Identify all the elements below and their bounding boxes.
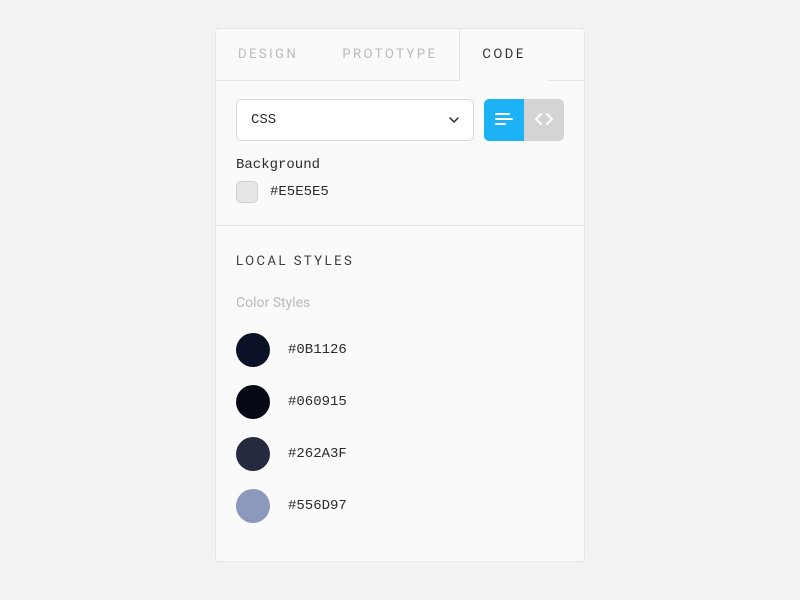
color-swatch — [236, 333, 270, 367]
list-icon — [495, 111, 513, 130]
background-label: Background — [236, 157, 564, 173]
color-style-item[interactable]: #262A3F — [236, 437, 564, 471]
color-hex: #0B1126 — [288, 342, 347, 358]
background-hex: #E5E5E5 — [270, 184, 329, 200]
background-section: Background #E5E5E5 — [216, 141, 584, 225]
color-styles-title: Color Styles — [236, 295, 564, 311]
local-styles-title: LOCAL STYLES — [236, 254, 564, 269]
controls-row: CSS — [216, 81, 584, 141]
list-view-button[interactable] — [484, 99, 524, 141]
background-value-row: #E5E5E5 — [236, 181, 564, 203]
color-swatch — [236, 385, 270, 419]
code-icon — [534, 111, 554, 130]
tab-bar: DESIGN PROTOTYPE CODE — [216, 29, 584, 81]
color-style-item[interactable]: #0B1126 — [236, 333, 564, 367]
color-style-item[interactable]: #556D97 — [236, 489, 564, 523]
color-swatch — [236, 489, 270, 523]
inspector-panel: DESIGN PROTOTYPE CODE CSS Background — [215, 28, 585, 562]
code-view-button[interactable] — [524, 99, 564, 141]
color-hex: #060915 — [288, 394, 347, 410]
local-styles-section: LOCAL STYLES Color Styles #0B1126 #06091… — [216, 226, 584, 561]
color-hex: #262A3F — [288, 446, 347, 462]
tab-code[interactable]: CODE — [459, 29, 547, 81]
dropdown-selected: CSS — [251, 112, 276, 128]
tab-design[interactable]: DESIGN — [216, 29, 320, 80]
view-toggle-group — [484, 99, 564, 141]
chevron-down-icon — [449, 115, 459, 125]
color-swatch — [236, 437, 270, 471]
tab-prototype[interactable]: PROTOTYPE — [320, 29, 459, 80]
background-swatch[interactable] — [236, 181, 258, 203]
color-style-item[interactable]: #060915 — [236, 385, 564, 419]
language-dropdown[interactable]: CSS — [236, 99, 474, 141]
color-hex: #556D97 — [288, 498, 347, 514]
